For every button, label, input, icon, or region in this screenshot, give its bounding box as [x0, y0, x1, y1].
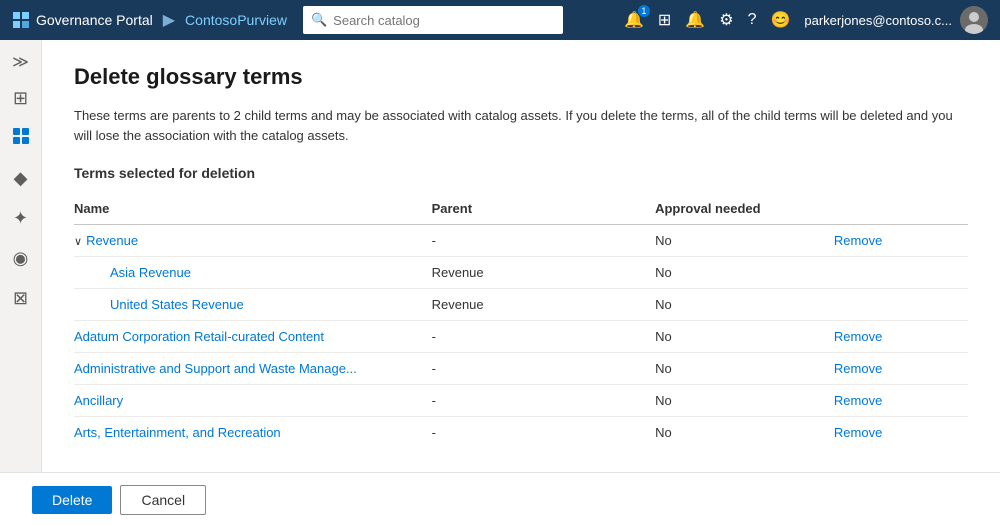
- table-row: Adatum Corporation Retail-curated Conten…: [74, 321, 968, 353]
- help-icon: ?: [748, 11, 757, 29]
- avatar: [960, 6, 988, 34]
- table-row: United States Revenue RevenueNo: [74, 289, 968, 321]
- settings-button[interactable]: ⚙: [719, 10, 733, 30]
- term-name-link[interactable]: Administrative and Support and Waste Man…: [74, 361, 357, 376]
- brand-logo: [12, 11, 30, 29]
- page-title: Delete glossary terms: [74, 64, 968, 90]
- col-header-approval: Approval needed: [655, 193, 834, 225]
- connect-icon: ⊞: [658, 10, 671, 30]
- user-menu[interactable]: parkerjones@contoso.c...: [804, 6, 988, 34]
- col-header-name: Name: [74, 193, 432, 225]
- terms-table: Name Parent Approval needed ∨Revenue-NoR…: [74, 193, 968, 448]
- sidebar-item-home[interactable]: ⊞: [3, 80, 39, 116]
- term-name-link[interactable]: Arts, Entertainment, and Recreation: [74, 425, 281, 440]
- main-content: Delete glossary terms These terms are pa…: [42, 40, 1000, 472]
- term-approval: No: [655, 417, 834, 449]
- connect-button[interactable]: ⊞: [658, 10, 671, 30]
- breadcrumb-separator: ▶: [163, 10, 175, 30]
- table-row: Administrative and Support and Waste Man…: [74, 353, 968, 385]
- remove-term-button[interactable]: Remove: [834, 361, 882, 376]
- term-parent: Revenue: [432, 257, 656, 289]
- sidebar-toggle[interactable]: ≫: [3, 48, 39, 76]
- term-name-link[interactable]: Adatum Corporation Retail-curated Conten…: [74, 329, 324, 344]
- term-approval: No: [655, 385, 834, 417]
- sidebar-item-insights[interactable]: ◆: [3, 160, 39, 196]
- col-header-parent: Parent: [432, 193, 656, 225]
- sidebar-item-estate[interactable]: ⊠: [3, 280, 39, 316]
- term-parent: -: [432, 417, 656, 449]
- purview-link[interactable]: ContosoPurview: [185, 12, 287, 28]
- term-parent: -: [432, 385, 656, 417]
- remove-term-button[interactable]: Remove: [834, 425, 882, 440]
- catalog-icon: [11, 126, 31, 151]
- help-button[interactable]: ?: [748, 11, 757, 29]
- datamap-icon: ◉: [13, 248, 29, 269]
- notifications-button[interactable]: 🔔 1: [624, 10, 644, 30]
- brand-text: Governance Portal: [36, 12, 153, 28]
- search-icon: 🔍: [311, 12, 327, 28]
- term-approval: No: [655, 353, 834, 385]
- brand-area[interactable]: Governance Portal ▶ ContosoPurview: [12, 10, 287, 30]
- feedback-icon: 😊: [770, 10, 790, 30]
- delete-button[interactable]: Delete: [32, 486, 112, 514]
- user-email: parkerjones@contoso.c...: [804, 13, 952, 28]
- term-approval: No: [655, 225, 834, 257]
- sidebar-item-catalog[interactable]: [3, 120, 39, 156]
- table-row: ∨ Revenue -NoRemove: [74, 225, 968, 257]
- term-parent: -: [432, 225, 656, 257]
- table-row: Ancillary -NoRemove: [74, 385, 968, 417]
- remove-term-button[interactable]: Remove: [834, 233, 882, 248]
- term-approval: No: [655, 321, 834, 353]
- table-row: Asia Revenue RevenueNo: [74, 257, 968, 289]
- main-layout: ≫ ⊞ ◆ ✦ ◉ ⊠ Delete g: [0, 40, 1000, 472]
- topnav-actions: 🔔 1 ⊞ 🔔 ⚙ ? 😊 parkerjones@contoso.c...: [624, 6, 988, 34]
- term-name-link[interactable]: Ancillary: [74, 393, 123, 408]
- table-row: Arts, Entertainment, and Recreation -NoRe…: [74, 417, 968, 449]
- notification-badge: 1: [637, 4, 651, 18]
- term-approval: No: [655, 289, 834, 321]
- collapse-chevron-icon[interactable]: ∨: [74, 235, 82, 248]
- sidebar: ≫ ⊞ ◆ ✦ ◉ ⊠: [0, 40, 42, 472]
- feedback-button[interactable]: 😊: [770, 10, 790, 30]
- remove-term-button[interactable]: Remove: [834, 393, 882, 408]
- sidebar-item-datamap[interactable]: ◉: [3, 240, 39, 276]
- estate-icon: ⊠: [13, 288, 28, 309]
- search-bar[interactable]: 🔍: [303, 6, 563, 34]
- term-name-link[interactable]: United States Revenue: [110, 297, 244, 312]
- term-parent: Revenue: [432, 289, 656, 321]
- term-parent: -: [432, 353, 656, 385]
- alert-icon: 🔔: [685, 10, 705, 30]
- section-label: Terms selected for deletion: [74, 165, 968, 181]
- term-name-link[interactable]: Asia Revenue: [110, 265, 191, 280]
- col-header-action: [834, 193, 968, 225]
- top-navigation: Governance Portal ▶ ContosoPurview 🔍 🔔 1…: [0, 0, 1000, 40]
- term-name-link[interactable]: Revenue: [86, 233, 138, 248]
- alert-button[interactable]: 🔔: [685, 10, 705, 30]
- glossary-icon: ✦: [13, 208, 28, 229]
- sidebar-item-glossary[interactable]: ✦: [3, 200, 39, 236]
- term-approval: No: [655, 257, 834, 289]
- warning-message: These terms are parents to 2 child terms…: [74, 106, 968, 145]
- remove-term-button[interactable]: Remove: [834, 329, 882, 344]
- settings-icon: ⚙: [719, 10, 733, 30]
- footer: Delete Cancel: [0, 472, 1000, 527]
- search-input[interactable]: [333, 13, 555, 28]
- insights-icon: ◆: [14, 168, 28, 189]
- cancel-button[interactable]: Cancel: [120, 485, 206, 515]
- term-parent: -: [432, 321, 656, 353]
- home-icon: ⊞: [13, 88, 28, 109]
